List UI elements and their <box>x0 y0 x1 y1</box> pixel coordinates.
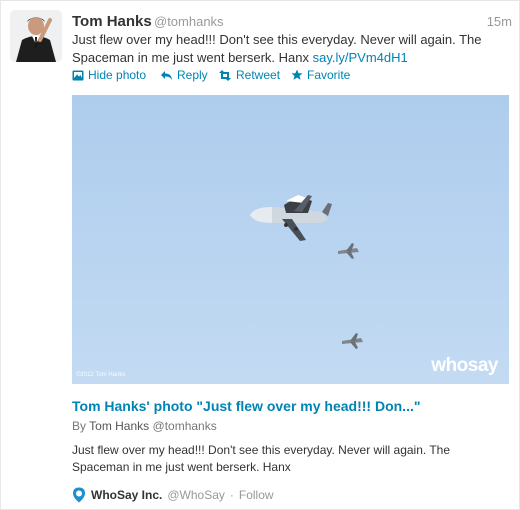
sky-photo-scene <box>250 195 363 349</box>
favorite-star-icon <box>291 69 303 80</box>
attribution-handle[interactable]: @WhoSay <box>167 488 225 502</box>
card-title[interactable]: Tom Hanks' photo "Just flew over my head… <box>72 398 421 414</box>
retweet-label: Retweet <box>236 68 281 82</box>
tweet-text: Just flew over my head!!! Don't see this… <box>72 31 512 67</box>
screen-name[interactable]: @tomhanks <box>154 14 224 29</box>
avatar[interactable] <box>10 10 62 62</box>
tweet-link[interactable]: say.ly/PVm4dH1 <box>313 50 408 65</box>
tweet-header: Tom Hanks @tomhanks 15m <box>72 11 512 33</box>
reply-label: Reply <box>177 68 208 82</box>
photo-icon <box>72 70 84 80</box>
favorite-button[interactable]: Favorite <box>291 68 350 82</box>
hide-photo-button[interactable]: Hide photo <box>72 68 146 82</box>
photo-credit: ©2012 Tom Hanks <box>76 372 126 378</box>
favorite-label: Favorite <box>307 68 351 82</box>
byline-author[interactable]: Tom Hanks <box>89 419 149 433</box>
attribution-name[interactable]: WhoSay Inc. <box>91 488 162 502</box>
reply-icon <box>161 70 172 80</box>
follow-link[interactable]: Follow <box>239 488 274 502</box>
tweet-actions: Hide photo Reply Retweet Favorite <box>72 68 512 86</box>
card-byline: By Tom Hanks @tomhanks <box>72 419 217 433</box>
tweet-photo[interactable]: ©2012 Tom Hanks whosay <box>72 95 509 384</box>
card-attribution: WhoSay Inc. @WhoSay · Follow <box>72 486 274 504</box>
whosay-watermark: whosay <box>431 355 498 376</box>
shuttle-carrier-aircraft <box>250 195 332 241</box>
tweet-body: Just flew over my head!!! Don't see this… <box>72 32 482 65</box>
retweet-button[interactable]: Retweet <box>218 68 280 82</box>
reply-button[interactable]: Reply <box>160 68 208 82</box>
byline-handle[interactable]: @tomhanks <box>153 419 217 433</box>
whosay-pin-icon <box>73 487 85 503</box>
hide-photo-label: Hide photo <box>88 68 147 82</box>
chase-jet-upper <box>338 243 359 259</box>
card-description: Just flew over my head!!! Don't see this… <box>72 443 451 474</box>
tweet-container: Tom Hanks @tomhanks 15m Just flew over m… <box>0 0 520 510</box>
chase-jet-lower <box>342 333 363 349</box>
tweet-timestamp[interactable]: 15m <box>487 14 512 29</box>
retweet-icon <box>219 69 231 81</box>
attribution-separator: · <box>229 488 234 502</box>
user-name[interactable]: Tom Hanks <box>72 13 152 30</box>
byline-prefix: By <box>72 419 87 433</box>
avatar-image <box>10 10 62 62</box>
